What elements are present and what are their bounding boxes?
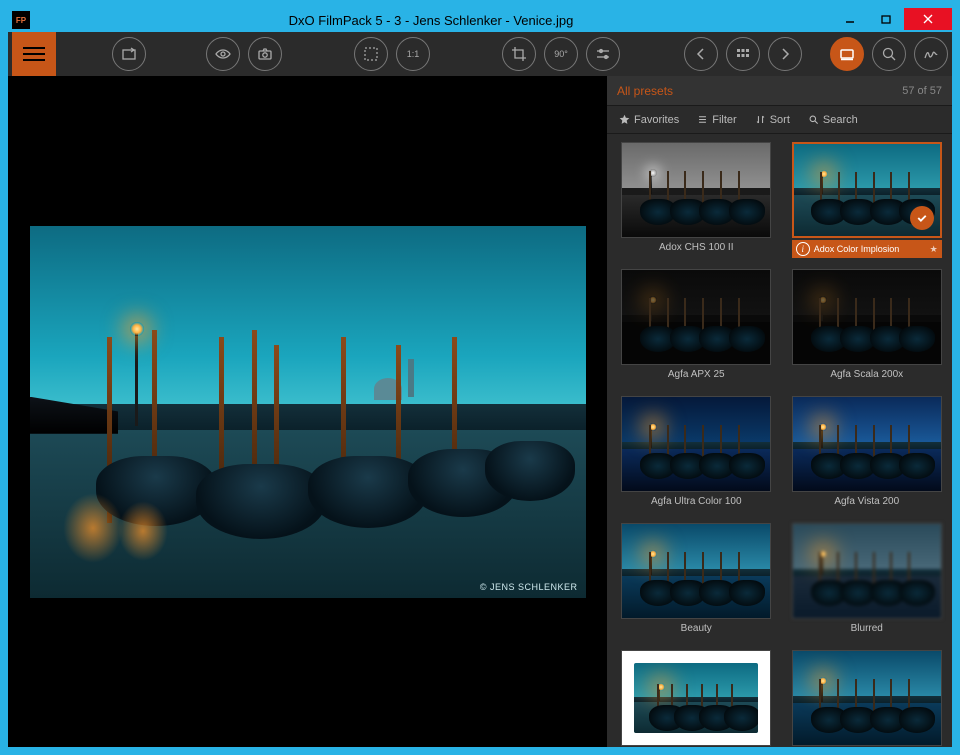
maximize-button[interactable] [868, 8, 904, 30]
zoom-1-1-button[interactable]: 1:1 [396, 37, 430, 71]
preset-label: Adox Color Implosion [814, 244, 900, 254]
crop-button[interactable] [502, 37, 536, 71]
preset-item[interactable]: Agfa Vista 200 [788, 396, 947, 513]
export-image-button[interactable] [112, 37, 146, 71]
presets-panel: All presets 57 of 57 Favorites Filter So… [607, 76, 952, 747]
preset-item[interactable]: Agfa APX 25 [617, 269, 776, 386]
preset-label: Agfa APX 25 [668, 367, 725, 386]
main-photo: © JENS SCHLENKER [30, 226, 586, 598]
list-icon [697, 114, 708, 125]
check-icon [910, 206, 934, 230]
preset-thumbnail [792, 269, 942, 365]
filter-filter[interactable]: Filter [697, 114, 736, 126]
window-title: DxO FilmPack 5 - 3 - Jens Schlenker - Ve… [30, 13, 832, 28]
snapshot-button[interactable] [248, 37, 282, 71]
sort-icon [755, 114, 766, 125]
app-logo: FP [12, 11, 30, 29]
preset-label-bar: i Adox Color Implosion ★ [792, 240, 942, 258]
loupe-button[interactable] [872, 37, 906, 71]
prev-button[interactable] [684, 37, 718, 71]
menu-button[interactable] [12, 32, 56, 76]
preset-item[interactable] [617, 650, 776, 747]
close-button[interactable] [904, 8, 952, 30]
preview-eye-button[interactable] [206, 37, 240, 71]
preset-item[interactable]: Beauty [617, 523, 776, 640]
preset-thumbnail [792, 396, 942, 492]
favorite-star-icon[interactable]: ★ [930, 244, 938, 255]
grid-view-button[interactable] [726, 37, 760, 71]
fit-button[interactable] [354, 37, 388, 71]
preset-label: Blurred [851, 621, 883, 640]
sliders-button[interactable] [586, 37, 620, 71]
preset-item[interactable]: Blurred [788, 523, 947, 640]
preset-thumbnail [621, 523, 771, 619]
histogram-button[interactable] [914, 37, 948, 71]
filter-sort[interactable]: Sort [755, 114, 790, 126]
panel-title: All presets [617, 84, 902, 98]
preset-count: 57 of 57 [902, 85, 942, 97]
preset-item[interactable]: Agfa Scala 200x [788, 269, 947, 386]
search-icon [808, 114, 819, 125]
watermark: © JENS SCHLENKER [480, 582, 578, 592]
star-icon [619, 114, 630, 125]
image-viewer[interactable]: © JENS SCHLENKER [8, 76, 607, 747]
window-titlebar: FP DxO FilmPack 5 - 3 - Jens Schlenker -… [8, 8, 952, 32]
preset-thumbnail [792, 650, 942, 746]
preset-label: Agfa Vista 200 [834, 494, 899, 513]
preset-item[interactable]: i Adox Color Implosion ★ [788, 142, 947, 259]
preset-scroll[interactable]: Adox CHS 100 II i Adox Color Implosion ★ Agf… [607, 134, 952, 747]
preset-item[interactable] [788, 650, 947, 747]
preset-label: Agfa Scala 200x [830, 367, 903, 386]
preset-thumbnail [621, 269, 771, 365]
info-icon[interactable]: i [796, 242, 810, 256]
preset-thumbnail [792, 523, 942, 619]
minimize-button[interactable] [832, 8, 868, 30]
preset-item[interactable]: Agfa Ultra Color 100 [617, 396, 776, 513]
preset-item[interactable]: Adox CHS 100 II [617, 142, 776, 259]
filter-favorites[interactable]: Favorites [619, 114, 679, 126]
presets-panel-button[interactable] [830, 37, 864, 71]
preset-thumbnail [621, 396, 771, 492]
preset-label: Beauty [681, 621, 712, 640]
preset-thumbnail [621, 650, 771, 746]
hamburger-icon [23, 47, 45, 61]
preset-thumbnail [621, 142, 771, 238]
preset-label: Adox CHS 100 II [659, 240, 733, 259]
filter-search[interactable]: Search [808, 114, 858, 126]
main-toolbar: 1:1 90° [8, 32, 952, 76]
next-button[interactable] [768, 37, 802, 71]
preset-thumbnail [792, 142, 942, 238]
rotate-button[interactable]: 90° [544, 37, 578, 71]
preset-label: Agfa Ultra Color 100 [651, 494, 742, 513]
